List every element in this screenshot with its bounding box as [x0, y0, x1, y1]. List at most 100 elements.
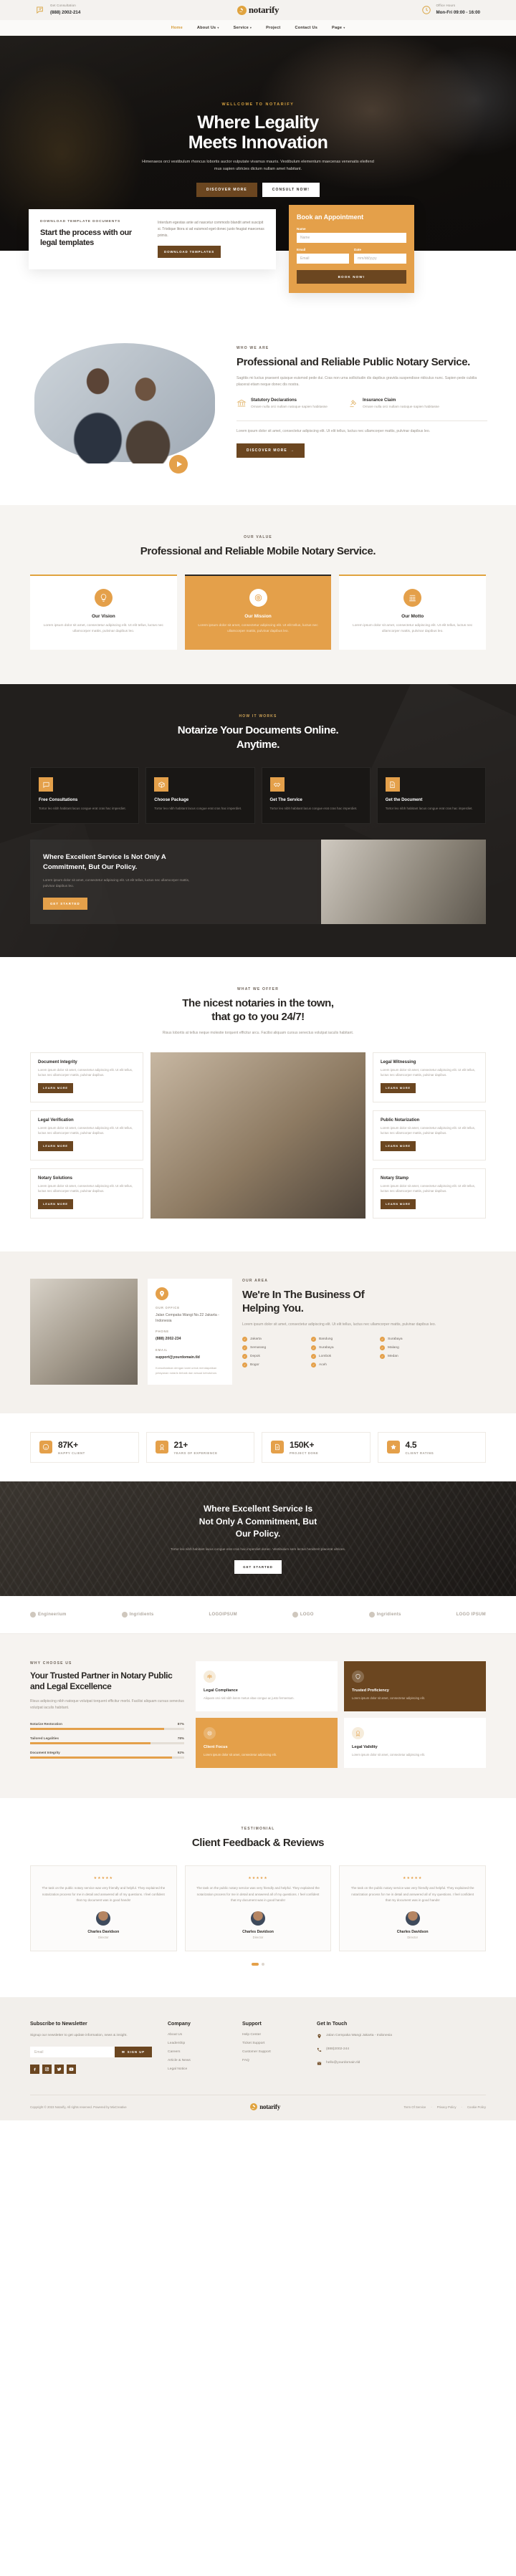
footer-link-customer-support[interactable]: Customer Support [242, 2050, 301, 2054]
offer-card-text: Lorem ipsum dolor sit amet, consectetur … [38, 1183, 133, 1193]
footer-link-article-news[interactable]: Article & News [168, 2059, 226, 2062]
learn-more-button[interactable]: LEARN MORE [381, 1140, 416, 1151]
testimonial-role: Director [407, 1936, 419, 1940]
testimonial-card: ★★★★★ The task on the public notary serv… [184, 1865, 332, 1952]
nav-item-about-us[interactable]: About Us ▾ [197, 26, 219, 30]
bar-fill [30, 1741, 150, 1744]
support-title: Support [242, 2022, 262, 2027]
value-eyebrow: OUR VALUE [244, 535, 272, 539]
play-video-button[interactable] [169, 455, 188, 474]
footer-link-leadership[interactable]: Leadership [168, 2042, 226, 2045]
commitment-text: Lorem ipsum dolor sit amet, consectetur … [43, 878, 190, 888]
hero-discover-more-button[interactable]: DISCOVER MORE [196, 182, 257, 197]
facebook-icon[interactable] [30, 2065, 39, 2075]
handshake-icon [269, 777, 285, 792]
office-label: OUR OFFICE [156, 1305, 180, 1309]
hero-consult-now-button[interactable]: CONSULT NOW! [262, 182, 320, 197]
cta-title-line-1: Where Excellent Service Is [203, 1504, 313, 1514]
footer-link-faq[interactable]: FAQ [242, 2059, 301, 2062]
howitworks-title: Notarize Your Documents Online. Anytime. [0, 724, 516, 751]
office-email[interactable]: support@yourdomain.tld [156, 1355, 224, 1360]
stat-value: 4.5 [405, 1439, 417, 1450]
commitment-title-line-1: Where Excellent Service Is Not Only A [43, 853, 166, 862]
area-item: ✓ Depok [242, 1354, 298, 1360]
offer-eyebrow: WHAT WE OFFER [237, 986, 279, 991]
book-now-button[interactable]: BOOK NOW! [297, 270, 406, 284]
footer-link-ticket-support[interactable]: Ticket Support [242, 2042, 301, 2045]
helping-title: We're In The Business Of Helping You. [242, 1288, 486, 1316]
nav-item-page[interactable]: Page ▾ [332, 26, 345, 30]
carousel-dot[interactable] [262, 1963, 264, 1966]
nav-item-service[interactable]: Service ▾ [234, 26, 252, 30]
about-discover-more-button[interactable]: DISCOVER MORE → [236, 443, 305, 458]
commitment-get-started-button[interactable]: GET STARTED [43, 897, 87, 910]
area-item: ✓ Lombok [311, 1354, 367, 1360]
carousel-dot-active[interactable] [252, 1963, 259, 1966]
gavel-badge-icon [236, 5, 247, 15]
brand-name: notarify [248, 4, 280, 15]
offer-card-document-integrity: Document Integrity Lorem ipsum dolor sit… [30, 1052, 143, 1102]
email-text: hello@yourdomain.tld [326, 2061, 360, 2065]
youtube-icon[interactable] [67, 2065, 76, 2075]
bar-value: 78% [177, 1736, 184, 1740]
testimonial-card: ★★★★★ The task on the public notary serv… [339, 1865, 487, 1952]
medal-icon [155, 1441, 168, 1454]
twitter-icon[interactable] [54, 2065, 64, 2075]
check-icon: ✓ [242, 1337, 247, 1342]
step-card-free-consultations: Free Consultations Tortor leo nibh habit… [30, 767, 140, 825]
booking-email-input[interactable] [297, 254, 349, 264]
footer-phone[interactable]: (888)2002-244 [317, 2047, 486, 2054]
main-navigation[interactable]: Home About Us ▾ Service ▾ Project Contact … [0, 20, 516, 36]
footer-logo[interactable]: notarify [250, 2103, 280, 2111]
footer-link-help-center[interactable]: Help Center [242, 2033, 301, 2037]
booking-name-input[interactable] [297, 233, 406, 243]
footer-link-cookie-policy[interactable]: Cookie Policy [467, 2105, 486, 2109]
step-title: Get The Service [269, 798, 302, 803]
newsletter-signup-button[interactable]: ✉ SIGN UP [115, 2047, 152, 2058]
cta-get-started-button[interactable]: GET STARTED [234, 1560, 282, 1575]
phone-label: PHONE [156, 1330, 169, 1334]
office-note: Konsultasikan dengan kami untuk mendapat… [156, 1366, 218, 1375]
footer-link-about-us[interactable]: About Us [168, 2033, 226, 2037]
offer-card-title: Notary Stamp [381, 1176, 409, 1181]
download-templates-button[interactable]: DOWNLOAD TEMPLATES [158, 246, 221, 259]
step-card-choose-package: Choose Package Tortor leo nibh habitant … [145, 767, 255, 825]
partner-card-legal-validity: Legal Validity Lorem ipsum dolor sit ame… [344, 1717, 486, 1768]
social-links[interactable] [30, 2065, 152, 2075]
instagram-icon[interactable] [42, 2065, 52, 2075]
consultation-phone[interactable]: (888) 2002-214 [50, 10, 80, 15]
footer-link-legal-notice[interactable]: Legal Notice [168, 2067, 226, 2071]
site-logo[interactable]: notarify [201, 4, 315, 16]
chevron-down-icon: ▾ [249, 26, 252, 29]
logo-ingridients-1: Ingridients [121, 1611, 154, 1618]
footer-link-privacy-policy[interactable]: Privacy Policy [437, 2105, 457, 2109]
learn-more-button[interactable]: LEARN MORE [38, 1140, 73, 1151]
footer-newsletter: Subscribe to Newsletter Signup our newsl… [30, 2022, 152, 2076]
office-info-card: OUR OFFICE Jalan Cempaka Wangi No.22 Jak… [148, 1278, 232, 1385]
target-icon [249, 588, 267, 607]
nav-item-contact-us[interactable]: Contact Us [295, 26, 318, 30]
rating-stars-icon: ★★★★★ [402, 1876, 423, 1881]
scale-icon [204, 1670, 216, 1683]
doc-icon [271, 1441, 284, 1454]
nav-item-home[interactable]: Home [171, 26, 183, 30]
newsletter-email-input[interactable] [30, 2047, 115, 2058]
template-title: Start the process with our legal templat… [40, 229, 132, 248]
footer-link-term-of-service[interactable]: Term Of Service [404, 2105, 426, 2109]
nav-item-project[interactable]: Project [266, 26, 280, 30]
testimonial-text: The task on the public notary service wa… [42, 1886, 166, 1903]
learn-more-button[interactable]: LEARN MORE [38, 1082, 73, 1093]
footer-email[interactable]: hello@yourdomain.tld [317, 2060, 486, 2068]
carousel-dots[interactable] [0, 1963, 516, 1966]
touch-title: Get In Touch [317, 2022, 348, 2027]
check-icon: ✓ [311, 1363, 316, 1368]
learn-more-button[interactable]: LEARN MORE [38, 1198, 73, 1209]
learn-more-button[interactable]: LEARN MORE [381, 1082, 416, 1093]
chat-icon [39, 777, 53, 792]
nav-label: Home [171, 25, 183, 30]
learn-more-button[interactable]: LEARN MORE [381, 1198, 416, 1209]
booking-date-input[interactable] [354, 254, 406, 264]
footer-link-careers[interactable]: Careers [168, 2050, 226, 2054]
area-item: ✓ Jakarta [242, 1337, 298, 1342]
office-phone[interactable]: (888) 2002-234 [156, 1336, 224, 1342]
